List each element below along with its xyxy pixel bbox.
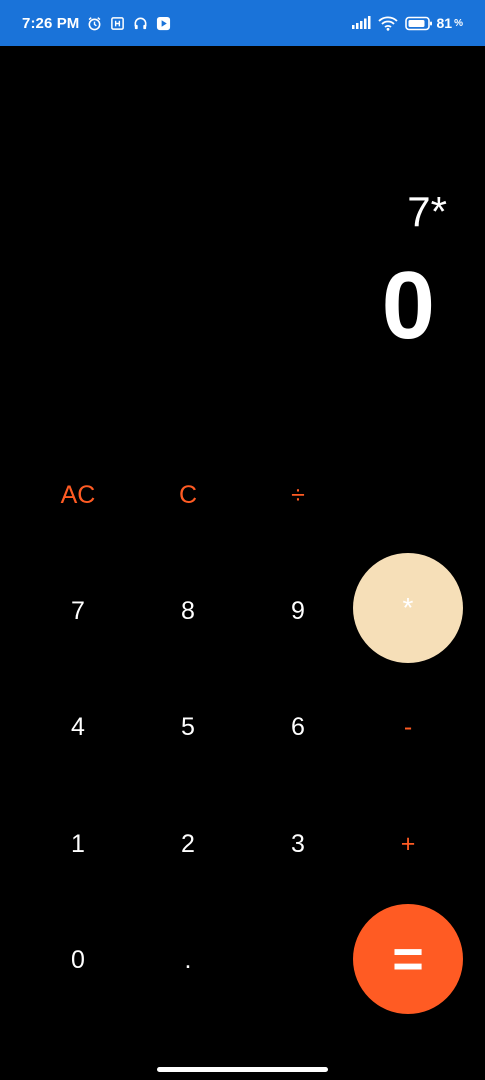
key-label: . — [184, 945, 192, 974]
expression-display: 7* — [407, 188, 447, 235]
key-label: 0 — [71, 945, 85, 974]
minus-button[interactable]: - — [353, 672, 463, 782]
key-label: 4 — [71, 712, 85, 741]
battery-icon — [404, 15, 433, 31]
digit-6-button[interactable]: 6 — [243, 672, 353, 782]
battery: 81 % — [404, 15, 463, 31]
divide-button[interactable]: ÷ — [243, 440, 353, 550]
status-right: 81 % — [351, 15, 463, 31]
key-label: ÷ — [291, 480, 305, 509]
plus-button[interactable]: + — [353, 789, 463, 899]
data-saver-icon — [109, 15, 125, 31]
key-label: 2 — [181, 829, 195, 858]
alarm-icon — [86, 15, 102, 31]
wifi-icon — [377, 15, 398, 31]
key-label: + — [400, 829, 416, 858]
clear-all-button[interactable]: AC — [23, 440, 133, 550]
digit-0-button[interactable]: 0 — [23, 905, 133, 1015]
key-label: 7 — [71, 596, 85, 625]
digit-1-button[interactable]: 1 — [23, 789, 133, 899]
key-label: AC — [60, 480, 96, 509]
digit-9-button[interactable]: 9 — [243, 556, 353, 666]
digit-4-button[interactable]: 4 — [23, 672, 133, 782]
battery-percent: 81 — [436, 15, 453, 31]
equals-button[interactable]: = — [353, 904, 463, 1014]
headphones-icon — [132, 15, 148, 31]
key-label: 1 — [71, 829, 85, 858]
signal-icon — [351, 15, 371, 31]
key-label: 6 — [291, 712, 305, 741]
key-label: C — [178, 480, 198, 509]
digit-7-button[interactable]: 7 — [23, 556, 133, 666]
clear-button[interactable]: C — [133, 440, 243, 550]
status-bar: 7:26 PM 81 % — [0, 0, 485, 46]
key-label: 5 — [181, 712, 195, 741]
multiply-button[interactable]: * — [353, 553, 463, 663]
digit-5-button[interactable]: 5 — [133, 672, 243, 782]
result-display: 0 — [381, 252, 435, 359]
battery-unit: % — [454, 17, 463, 29]
digit-8-button[interactable]: 8 — [133, 556, 243, 666]
home-indicator[interactable] — [157, 1067, 328, 1072]
digit-3-button[interactable]: 3 — [243, 789, 353, 899]
play-icon — [155, 15, 171, 31]
status-time: 7:26 PM — [22, 14, 80, 32]
key-label: - — [403, 712, 413, 741]
decimal-point-button[interactable]: . — [133, 905, 243, 1015]
key-label: = — [392, 929, 424, 989]
digit-2-button[interactable]: 2 — [133, 789, 243, 899]
status-left: 7:26 PM — [22, 15, 171, 32]
key-label: 8 — [181, 596, 195, 625]
key-label: * — [402, 592, 414, 623]
key-label: 9 — [291, 596, 305, 625]
key-label: 3 — [291, 829, 305, 858]
